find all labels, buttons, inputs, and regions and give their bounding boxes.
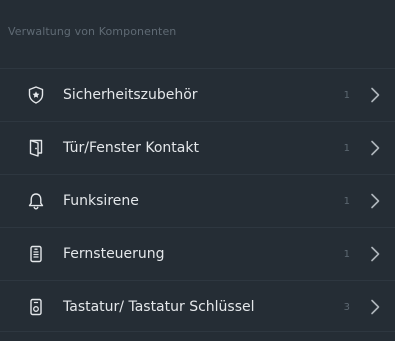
- shield-star-icon: [27, 85, 45, 105]
- list-item-wireless-siren[interactable]: Funksirene 1: [0, 174, 395, 227]
- list-item-label: Funksirene: [63, 193, 139, 209]
- door-icon: [27, 138, 45, 158]
- list-item-remote-control[interactable]: Fernsteuerung 1: [0, 227, 395, 280]
- chevron-right-icon: [369, 86, 381, 104]
- list-item-label: Tür/Fenster Kontakt: [63, 140, 199, 156]
- list-item-keypad[interactable]: Tastatur/ Tastatur Schlüssel 3: [0, 280, 395, 333]
- item-count: 1: [343, 248, 350, 260]
- item-count: 1: [343, 89, 350, 101]
- keypad-icon: [27, 297, 45, 317]
- section-title: Verwaltung von Komponenten: [8, 25, 177, 38]
- list-item-door-window-contact[interactable]: Tür/Fenster Kontakt 1: [0, 121, 395, 174]
- item-count: 1: [343, 195, 350, 207]
- item-count: 3: [343, 301, 350, 313]
- chevron-right-icon: [369, 245, 381, 263]
- list-item-label: Tastatur/ Tastatur Schlüssel: [63, 299, 255, 315]
- bell-icon: [27, 191, 45, 211]
- components-panel: Verwaltung von Komponenten Sicherheitszu…: [0, 0, 395, 341]
- remote-control-icon: [27, 244, 45, 264]
- list-divider: [0, 331, 395, 332]
- component-list: Sicherheitszubehör 1 Tür/Fenster Kontakt…: [0, 68, 395, 333]
- item-count: 1: [343, 142, 350, 154]
- chevron-right-icon: [369, 139, 381, 157]
- list-item-security-accessories[interactable]: Sicherheitszubehör 1: [0, 68, 395, 121]
- chevron-right-icon: [369, 192, 381, 210]
- list-item-label: Fernsteuerung: [63, 246, 165, 262]
- list-item-label: Sicherheitszubehör: [63, 87, 198, 103]
- chevron-right-icon: [369, 298, 381, 316]
